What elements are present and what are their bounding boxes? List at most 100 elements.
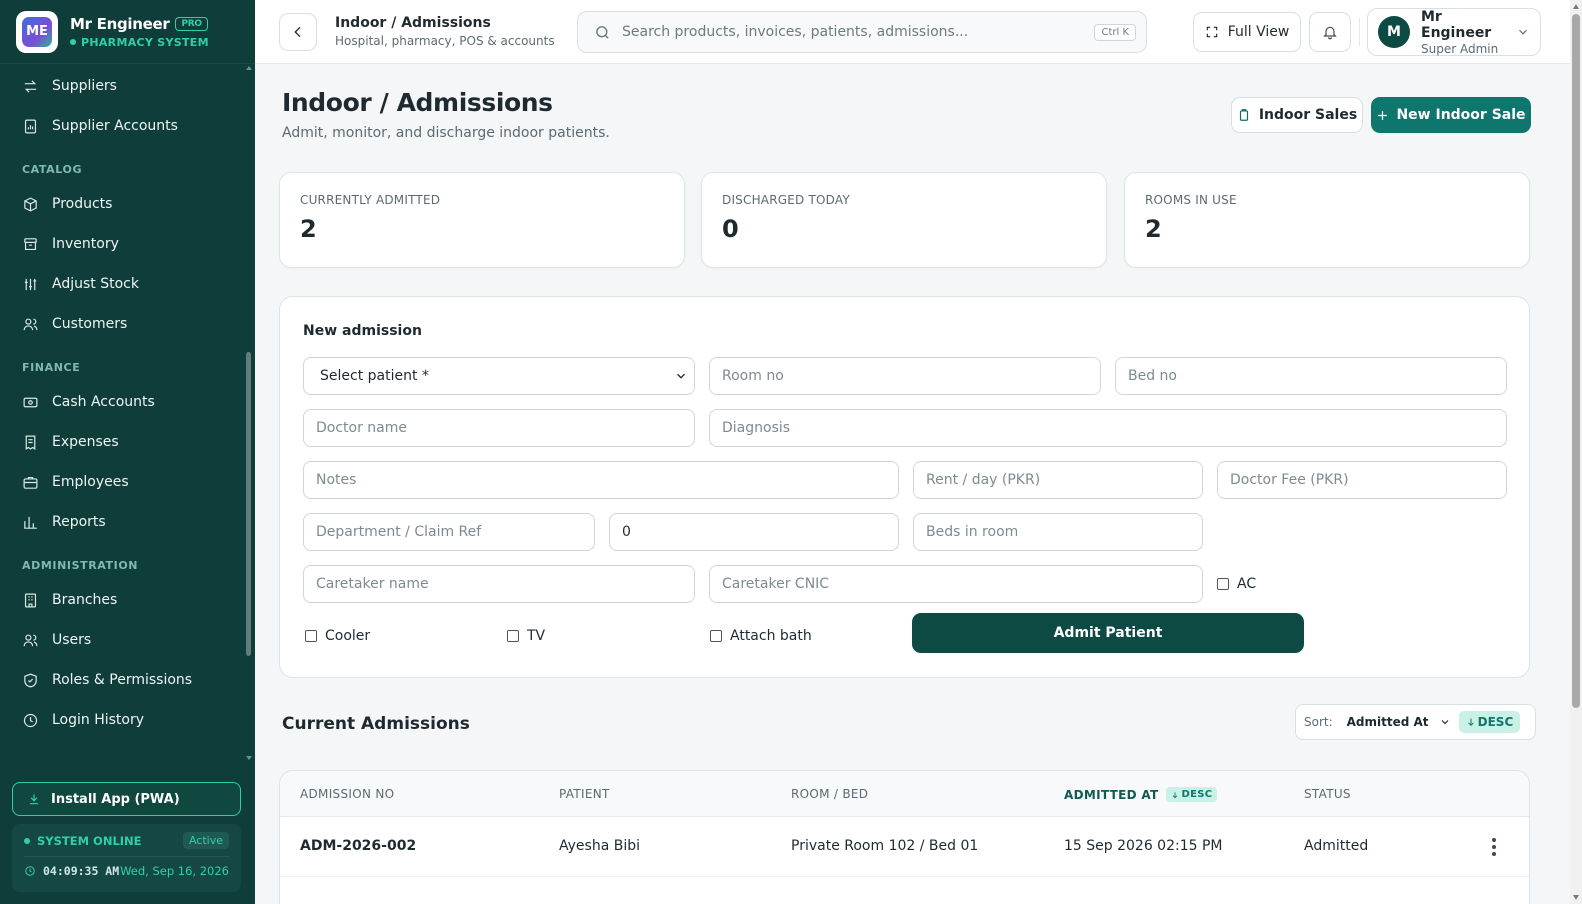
building-icon <box>24 593 37 607</box>
sidebar-item-label: Users <box>52 632 92 648</box>
install-app-label: Install App (PWA) <box>51 791 180 807</box>
page-scroll-thumb[interactable] <box>1572 14 1580 708</box>
patient-select[interactable]: Select patient * <box>303 357 695 395</box>
tv-checkbox[interactable]: TV <box>507 628 545 644</box>
indoor-sales-button[interactable]: Indoor Sales <box>1231 97 1363 133</box>
topbar: Indoor / Admissions Hospital, pharmacy, … <box>255 0 1570 64</box>
sidebar: ME Mr Engineer PRO PHARMACY SYSTEM Suppli… <box>0 0 255 904</box>
arrow-down-icon <box>1173 791 1178 798</box>
chevron-left-icon <box>294 26 301 38</box>
column-header-label: ADMITTED AT <box>1064 787 1159 802</box>
department-field[interactable]: Department / Claim Ref <box>303 513 595 551</box>
admit-patient-button[interactable]: Admit Patient <box>912 613 1304 653</box>
sidebar-item-employees[interactable]: Employees <box>0 462 245 502</box>
chevron-down-icon <box>1441 720 1449 725</box>
stat-card-rooms: ROOMS IN USE 2 <box>1124 172 1530 268</box>
search-placeholder: Search products, invoices, patients, adm… <box>622 24 969 40</box>
rent-per-day-field[interactable]: Rent / day (PKR) <box>913 461 1203 499</box>
checkbox-box[interactable] <box>507 630 519 642</box>
scroll-up-arrow[interactable] <box>246 66 252 70</box>
system-status-label: SYSTEM ONLINE <box>37 833 142 848</box>
search-input[interactable]: Search products, invoices, patients, adm… <box>577 11 1147 53</box>
ac-checkbox[interactable]: AC <box>1217 576 1256 592</box>
page-scrollbar[interactable] <box>1570 0 1582 904</box>
room-no-field[interactable]: Room no <box>709 357 1101 395</box>
sidebar-item-label: Login History <box>52 712 145 728</box>
brand[interactable]: ME Mr Engineer PRO PHARMACY SYSTEM <box>0 0 255 64</box>
tv-label: TV <box>527 628 546 644</box>
brand-subtitle: PHARMACY SYSTEM <box>81 35 209 49</box>
doctor-name-field[interactable]: Doctor name <box>303 409 695 447</box>
sidebar-item-supplier-accounts[interactable]: Supplier Accounts <box>0 106 245 146</box>
receipt-icon <box>25 435 36 450</box>
sidebar-item-label: Suppliers <box>52 78 117 94</box>
online-dot <box>70 39 76 45</box>
scroll-down-arrow[interactable] <box>246 756 252 760</box>
shield-check-icon <box>24 672 37 687</box>
caretaker-cnic-field[interactable]: Caretaker CNIC <box>709 565 1203 603</box>
admitted-at: 15 Sep 2026 02:15 PM <box>1064 838 1223 854</box>
sidebar-item-expenses[interactable]: Expenses <box>0 422 245 462</box>
numeric-field[interactable]: 0 <box>609 513 899 551</box>
section-catalog: CATALOG <box>22 163 83 176</box>
table-row[interactable]: ADM-2026-002 Ayesha Bibi Private Room 10… <box>280 817 1529 877</box>
expand-icon <box>1206 26 1217 38</box>
checkbox-box[interactable] <box>710 630 722 642</box>
back-button[interactable] <box>279 13 317 51</box>
scroll-down-arrow[interactable] <box>1573 895 1579 900</box>
form-title: New admission <box>303 323 422 339</box>
checkbox-box[interactable] <box>1217 578 1229 590</box>
sidebar-item-users[interactable]: Users <box>0 620 245 660</box>
column-header[interactable]: ROOM / BED <box>791 787 868 801</box>
sidebar-item-roles-permissions[interactable]: Roles & Permissions <box>0 660 245 700</box>
notes-field[interactable]: Notes <box>303 461 899 499</box>
sidebar-item-suppliers[interactable]: Suppliers <box>0 66 245 106</box>
sidebar-item-branches[interactable]: Branches <box>0 580 245 620</box>
sidebar-item-adjust-stock[interactable]: Adjust Stock <box>0 264 245 304</box>
sidebar-item-label: Supplier Accounts <box>52 118 178 134</box>
user-menu[interactable]: M Mr Engineer Super Admin <box>1367 8 1541 56</box>
install-app-button[interactable]: Install App (PWA) <box>12 782 241 816</box>
sidebar-scroll-thumb[interactable] <box>246 352 251 656</box>
scroll-up-arrow[interactable] <box>1573 4 1579 9</box>
doctor-fee-field[interactable]: Doctor Fee (PKR) <box>1217 461 1507 499</box>
notifications-button[interactable] <box>1309 12 1351 52</box>
new-indoor-sale-button[interactable]: New Indoor Sale <box>1371 97 1531 133</box>
cooler-label: Cooler <box>325 628 371 644</box>
stat-value: 2 <box>1145 215 1162 243</box>
bed-no-field[interactable]: Bed no <box>1115 357 1507 395</box>
plus-icon <box>1378 110 1388 120</box>
attach-bath-checkbox[interactable]: Attach bath <box>710 628 812 644</box>
sidebar-item-label: Roles & Permissions <box>52 672 193 688</box>
sidebar-item-label: Adjust Stock <box>52 276 139 292</box>
row-actions-menu-icon[interactable] <box>1486 835 1502 859</box>
column-header-sorted[interactable]: ADMITTED AT DESC <box>1064 787 1218 802</box>
sort-control[interactable]: Sort: Admitted At DESC <box>1295 704 1536 740</box>
ac-label: AC <box>1237 576 1257 592</box>
sort-indicator: DESC <box>1166 787 1218 802</box>
beds-in-room-field[interactable]: Beds in room <box>913 513 1203 551</box>
sort-direction-toggle[interactable]: DESC <box>1458 711 1521 733</box>
diagnosis-field[interactable]: Diagnosis <box>709 409 1507 447</box>
sidebar-item-customers[interactable]: Customers <box>0 304 245 344</box>
admission-status: Admitted <box>1304 838 1369 854</box>
sidebar-item-reports[interactable]: Reports <box>0 502 245 542</box>
column-header[interactable]: ADMISSION NO <box>300 787 394 801</box>
sidebar-item-products[interactable]: Products <box>0 184 245 224</box>
sort-select[interactable]: Admitted At <box>1347 715 1451 729</box>
caretaker-name-field[interactable]: Caretaker name <box>303 565 695 603</box>
sidebar-item-label: Branches <box>52 592 118 608</box>
sidebar-item-login-history[interactable]: Login History <box>0 700 245 740</box>
table-header: ADMISSION NO PATIENT ROOM / BED ADMITTED… <box>280 771 1529 817</box>
column-header[interactable]: PATIENT <box>559 787 610 801</box>
checkbox-box[interactable] <box>305 630 317 642</box>
sidebar-item-inventory[interactable]: Inventory <box>0 224 245 264</box>
section-finance: FINANCE <box>22 361 81 374</box>
full-view-button[interactable]: Full View <box>1193 12 1301 52</box>
download-icon <box>29 794 39 805</box>
cooler-checkbox[interactable]: Cooler <box>305 628 370 644</box>
logo: ME <box>16 10 58 53</box>
sidebar-scrollbar[interactable] <box>245 66 253 766</box>
column-header[interactable]: STATUS <box>1304 787 1351 801</box>
sidebar-item-cash-accounts[interactable]: Cash Accounts <box>0 382 245 422</box>
